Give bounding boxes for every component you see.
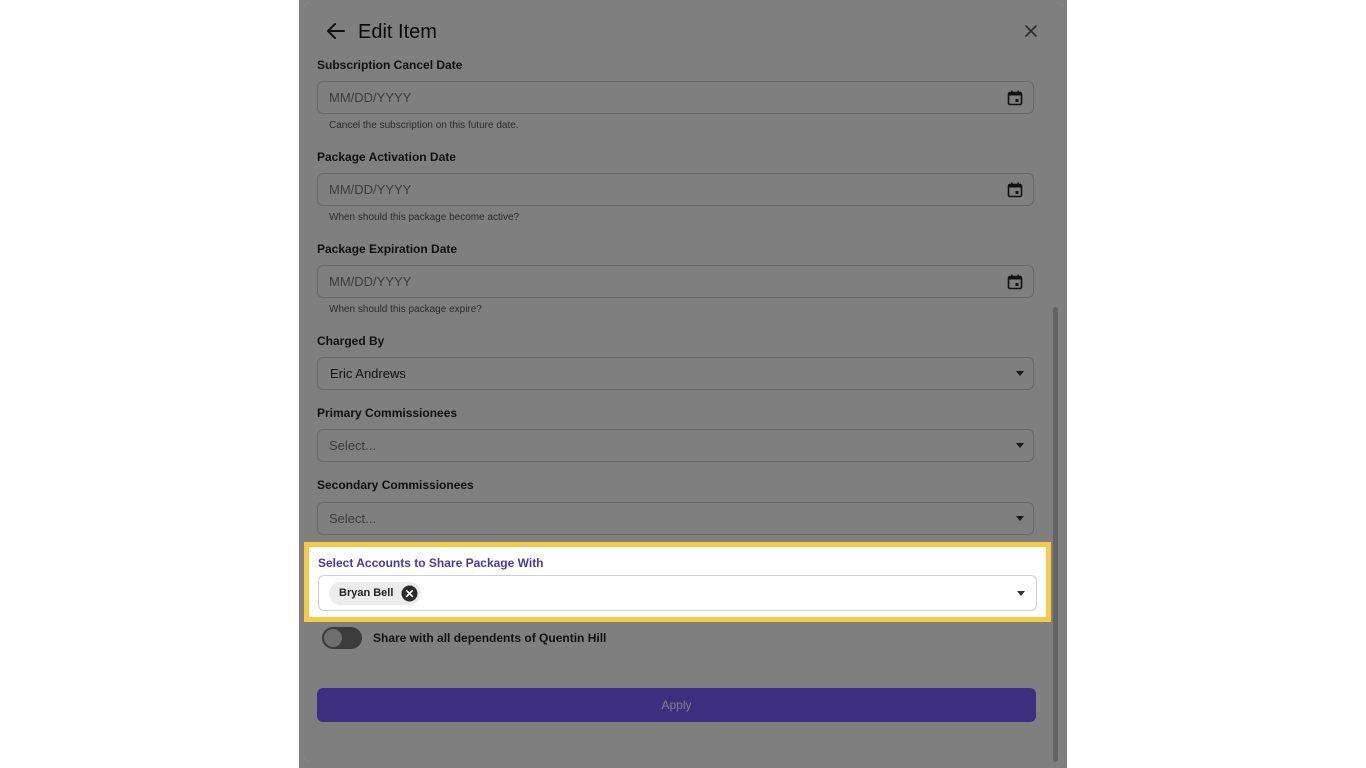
remove-chip-icon[interactable] [401,585,418,602]
expiration-date-helper: When should this package expire? [329,304,482,315]
primary-commissionees-placeholder: Select... [329,438,376,453]
account-chip: Bryan Bell [329,582,422,605]
primary-commissionees-select[interactable]: Select... [317,429,1034,462]
activation-date-input[interactable]: MM/DD/YYYY [317,173,1034,206]
activation-date-placeholder: MM/DD/YYYY [329,182,412,197]
app-frame: Edit Item Subscription Cancel Date MM/DD… [299,0,1067,768]
edit-item-modal: Edit Item Subscription Cancel Date MM/DD… [304,2,1063,762]
calendar-icon[interactable] [1007,90,1023,106]
share-dependents-label: Share with all dependents of Quentin Hil… [373,631,607,645]
share-accounts-label: Select Accounts to Share Package With [318,556,544,570]
secondary-commissionees-label: Secondary Commissionees [317,478,474,492]
cancel-date-placeholder: MM/DD/YYYY [329,90,412,105]
calendar-icon[interactable] [1007,274,1023,290]
activation-date-label: Package Activation Date [317,150,456,164]
chevron-down-icon[interactable] [1017,591,1025,596]
activation-date-helper: When should this package become active? [329,212,520,223]
modal-title: Edit Item [358,21,437,43]
expiration-date-placeholder: MM/DD/YYYY [329,274,412,289]
secondary-commissionees-select[interactable]: Select... [317,502,1034,535]
charged-by-select[interactable]: Eric Andrews [317,357,1034,390]
chevron-down-icon[interactable] [1016,371,1024,376]
chevron-down-icon[interactable] [1016,443,1024,448]
modal-header: Edit Item [304,2,1063,60]
expiration-date-label: Package Expiration Date [317,242,458,256]
calendar-icon[interactable] [1007,182,1023,198]
charged-by-value: Eric Andrews [330,366,406,381]
scrollbar-thumb[interactable] [1053,307,1058,762]
chevron-down-icon[interactable] [1016,516,1024,521]
share-accounts-select[interactable]: Bryan Bell [318,575,1037,611]
account-chip-label: Bryan Bell [339,587,394,599]
share-accounts-highlight: Select Accounts to Share Package With Br… [304,542,1051,622]
charged-by-label: Charged By [317,334,385,348]
cancel-date-label: Subscription Cancel Date [317,58,463,72]
toggle-knob [324,629,342,647]
back-arrow-icon[interactable] [324,19,348,43]
primary-commissionees-label: Primary Commissionees [317,406,458,420]
cancel-date-input[interactable]: MM/DD/YYYY [317,81,1034,114]
apply-button[interactable]: Apply [317,688,1036,722]
cancel-date-helper: Cancel the subscription on this future d… [329,120,519,131]
secondary-commissionees-placeholder: Select... [329,511,376,526]
share-dependents-toggle[interactable] [322,627,362,649]
expiration-date-input[interactable]: MM/DD/YYYY [317,265,1034,298]
close-icon[interactable] [1020,20,1042,42]
